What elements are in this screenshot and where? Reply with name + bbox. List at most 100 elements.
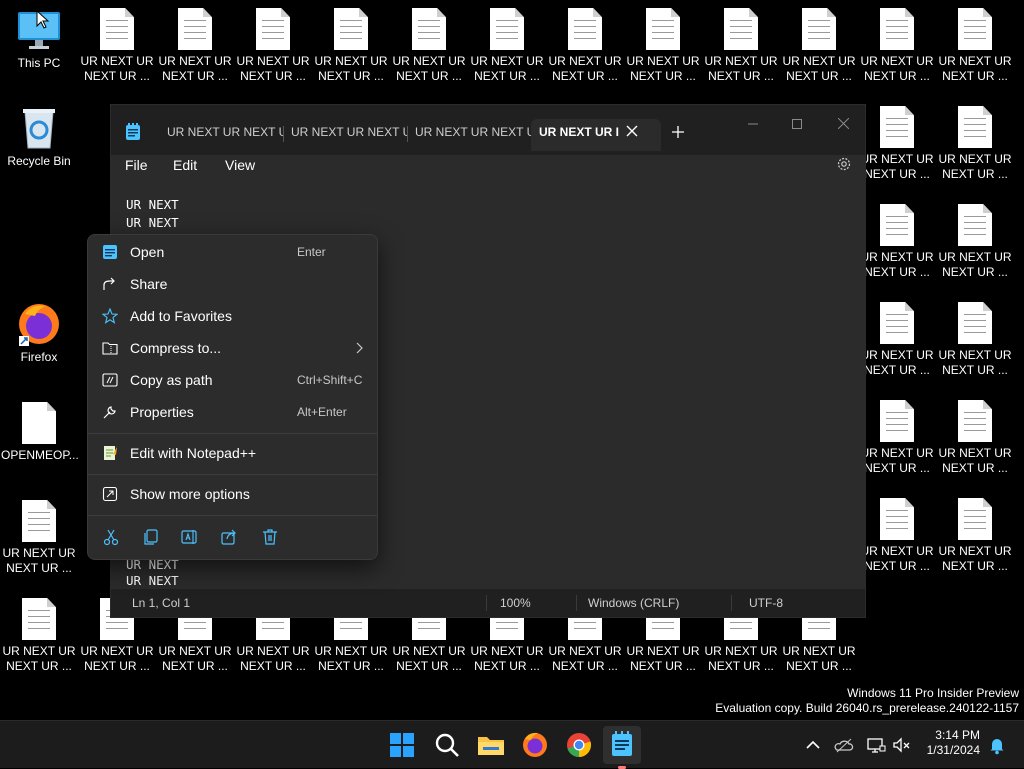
menu-item-share[interactable]: Share	[92, 269, 373, 299]
menu-item-copy-as-path[interactable]: Copy as path Ctrl+Shift+C	[92, 365, 373, 395]
desktop-icon-label-1: UR NEXT UR	[782, 644, 856, 658]
maximize-icon	[792, 119, 802, 129]
share-icon	[103, 277, 115, 290]
menu-view[interactable]: View	[225, 157, 255, 173]
desktop-icon-file[interactable]: UR NEXT UR NEXT UR ...	[391, 8, 467, 84]
desktop-icon-label-2: NEXT UR ...	[864, 69, 930, 83]
menu-item-compress[interactable]: Compress to...	[92, 333, 373, 363]
menu-file[interactable]: File	[125, 157, 148, 173]
volume-muted-icon[interactable]	[892, 735, 912, 755]
desktop-icon-file[interactable]: UR NEXT UR NEXT UR ...	[937, 204, 1013, 280]
copy-icon[interactable]	[141, 527, 161, 547]
desktop-icon-label-1: UR NEXT UR	[236, 644, 310, 658]
desktop-icon-recycle-bin[interactable]: Recycle Bin	[1, 106, 77, 169]
tab-3[interactable]: UR NEXT UR NEXT U	[411, 119, 531, 151]
firefox-taskbar-icon[interactable]	[519, 729, 551, 761]
tab-4-active[interactable]: UR NEXT UR I	[531, 119, 661, 151]
desktop-icon-label-1: UR NEXT UR	[548, 644, 622, 658]
menu-item-show-more-options[interactable]: Show more options	[92, 479, 373, 509]
desktop-icon-file[interactable]: UR NEXT UR NEXT UR ...	[859, 204, 935, 280]
delete-icon[interactable]	[260, 527, 280, 547]
desktop-icon-file[interactable]: UR NEXT UR NEXT UR ...	[625, 8, 701, 84]
line-ending[interactable]: Windows (CRLF)	[588, 589, 679, 617]
desktop-icon-file[interactable]: UR NEXT UR NEXT UR ...	[547, 8, 623, 84]
status-separator	[576, 595, 577, 611]
rename-icon[interactable]	[180, 527, 200, 547]
close-tab-icon[interactable]	[626, 125, 638, 137]
desktop-icon-firefox[interactable]: Firefox	[1, 300, 77, 365]
desktop-icon-label-2: NEXT UR ...	[942, 167, 1008, 181]
menu-item-label: Copy as path	[130, 372, 213, 388]
desktop-icon-label-2: NEXT UR ...	[240, 659, 306, 673]
notification-bell-icon[interactable]	[987, 735, 1007, 755]
encoding[interactable]: UTF-8	[749, 589, 783, 617]
menu-item-add-to-favorites[interactable]: Add to Favorites	[92, 301, 373, 331]
share-icon[interactable]	[220, 527, 240, 547]
start-windows-icon[interactable]	[386, 729, 418, 761]
chrome-icon[interactable]	[563, 729, 595, 761]
menu-edit[interactable]: Edit	[173, 157, 197, 173]
network-icon[interactable]	[866, 735, 886, 755]
tab-1[interactable]: UR NEXT UR NEXT U	[163, 119, 283, 151]
desktop-icon-file[interactable]: UR NEXT UR NEXT UR ...	[937, 106, 1013, 182]
chevron-up-icon[interactable]	[803, 735, 823, 755]
document-icon	[646, 8, 680, 50]
file-explorer-icon[interactable]	[475, 729, 507, 761]
desktop-icon-file[interactable]: UR NEXT UR NEXT UR ...	[859, 302, 935, 378]
desktop-icon-file[interactable]: UR NEXT UR NEXT UR ...	[859, 498, 935, 574]
desktop-icon-label-2: NEXT UR ...	[162, 659, 228, 673]
close-window-button[interactable]	[823, 111, 863, 137]
zoom-level[interactable]: 100%	[500, 589, 531, 617]
desktop-icon-label-1: UR NEXT UR	[860, 544, 934, 558]
desktop-icon-file[interactable]: UR NEXT UR NEXT UR ...	[859, 106, 935, 182]
desktop-icon-label-1: UR NEXT UR	[626, 54, 700, 68]
desktop-icon-file[interactable]: UR NEXT UR NEXT UR ...	[781, 8, 857, 84]
cut-icon[interactable]	[101, 527, 121, 547]
desktop-icon-file[interactable]: UR NEXT UR NEXT UR ...	[703, 8, 779, 84]
search-icon[interactable]	[431, 729, 463, 761]
watermark-line-1: Windows 11 Pro Insider Preview	[847, 686, 1019, 700]
maximize-button[interactable]	[777, 111, 817, 137]
desktop-icon-label-1: UR NEXT UR	[80, 644, 154, 658]
menu-item-edit-with-notepadpp[interactable]: Edit with Notepad++	[92, 438, 373, 468]
minimize-button[interactable]	[733, 111, 773, 137]
desktop-icon-label-1: UR NEXT UR	[938, 54, 1012, 68]
document-icon	[724, 8, 758, 50]
desktop-icon-label-2: NEXT UR ...	[864, 461, 930, 475]
recycle-bin-icon	[23, 109, 55, 149]
desktop-icon-file[interactable]: UR NEXT UR NEXT UR ...	[469, 8, 545, 84]
settings-gear-icon[interactable]	[836, 156, 852, 172]
desktop-icon-label-2: NEXT UR ...	[864, 559, 930, 573]
menu-item-properties[interactable]: Properties Alt+Enter	[92, 397, 373, 427]
new-tab-icon[interactable]	[671, 125, 685, 139]
menu-item-open[interactable]: Open Enter	[92, 237, 373, 267]
notepad-taskbar-button[interactable]	[603, 726, 641, 769]
tab-label: UR NEXT UR I	[539, 125, 620, 139]
desktop-icon-file[interactable]: UR NEXT UR NEXT UR ...	[79, 8, 155, 84]
watermark-line-2: Evaluation copy. Build 26040.rs_prerelea…	[715, 701, 1019, 715]
desktop-icon-file[interactable]: OPENMEOP...	[1, 402, 79, 463]
desktop-icon-label-2: NEXT UR ...	[630, 69, 696, 83]
tab-2[interactable]: UR NEXT UR NEXT U	[287, 119, 407, 151]
desktop-icon-file[interactable]: UR NEXT UR NEXT UR ...	[313, 8, 389, 84]
desktop-icon-label-1: UR NEXT UR	[236, 54, 310, 68]
desktop-icon-file[interactable]: UR NEXT UR NEXT UR ...	[157, 8, 233, 84]
desktop-icon-label-1: UR NEXT UR	[860, 446, 934, 460]
desktop-icon-file[interactable]: UR NEXT UR NEXT UR ...	[859, 8, 935, 84]
desktop-icon-file[interactable]: UR NEXT UR NEXT UR ...	[937, 498, 1013, 574]
desktop-icon-file[interactable]: UR NEXT UR NEXT UR ...	[859, 400, 935, 476]
desktop-icon-label-2: NEXT UR ...	[864, 363, 930, 377]
onedrive-icon[interactable]	[834, 735, 854, 755]
document-icon	[178, 8, 212, 50]
desktop-icon-label-1: UR NEXT UR	[938, 348, 1012, 362]
desktop-icon-file[interactable]: UR NEXT UR NEXT UR ...	[235, 8, 311, 84]
evaluation-watermark: Windows 11 Pro Insider Preview Evaluatio…	[715, 686, 1019, 716]
desktop-icon-file[interactable]: UR NEXT UR NEXT UR ...	[1, 500, 77, 576]
desktop-icon-label-1: UR NEXT UR	[158, 54, 232, 68]
desktop-icon-file[interactable]: UR NEXT UR NEXT UR ...	[937, 8, 1013, 84]
desktop-icon-file[interactable]: UR NEXT UR NEXT UR ...	[937, 400, 1013, 476]
desktop-icon-file[interactable]: UR NEXT UR NEXT UR ...	[1, 598, 77, 674]
system-clock[interactable]: 3:14 PM 1/31/2024	[927, 728, 980, 758]
desktop-icon-file[interactable]: UR NEXT UR NEXT UR ...	[937, 302, 1013, 378]
zip-folder-icon	[102, 342, 118, 355]
